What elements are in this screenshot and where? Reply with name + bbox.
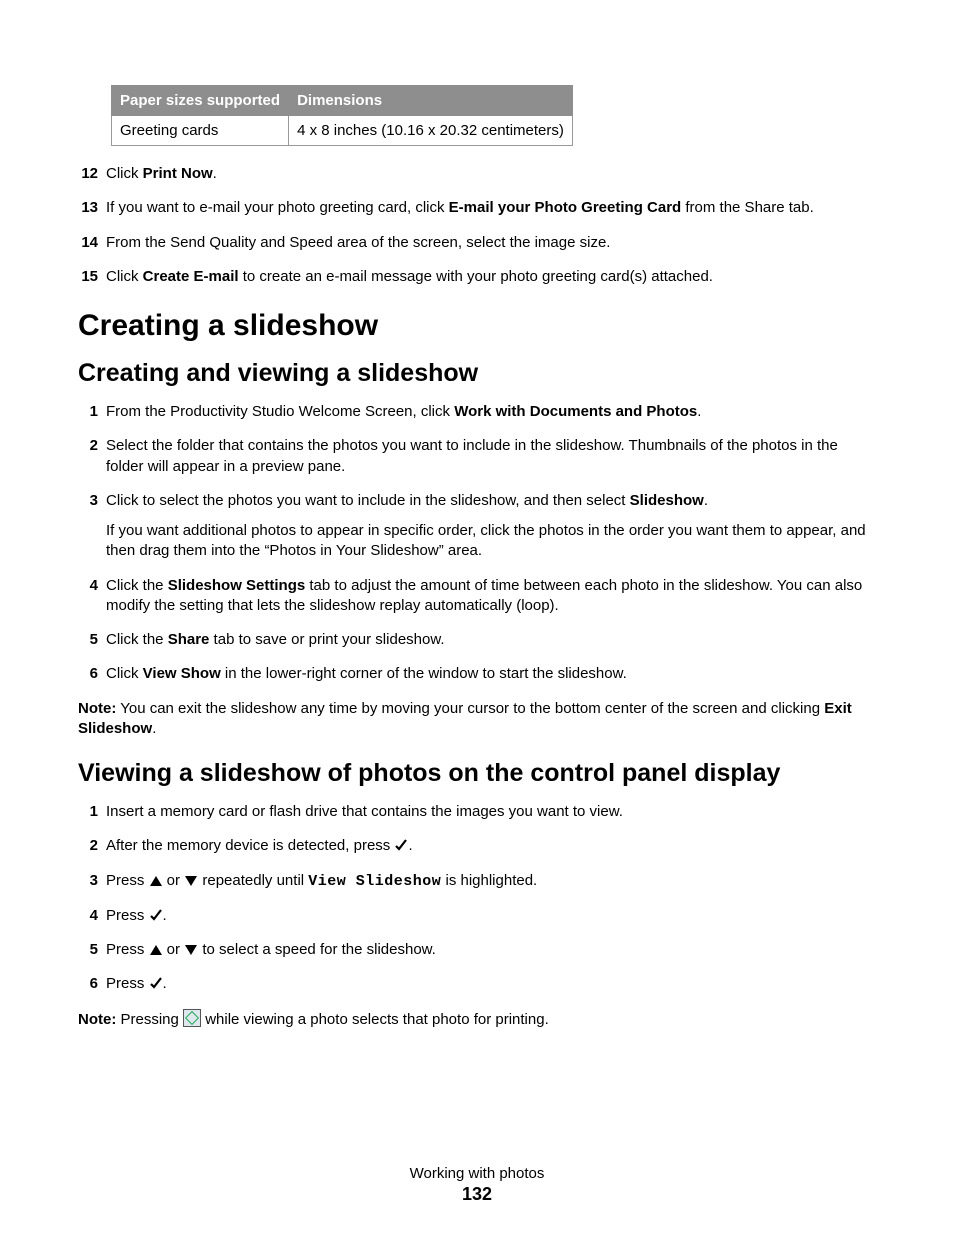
step-15: 15 Click Create E-mail to create an e-ma… — [78, 267, 876, 287]
note-b: Note: Pressing while viewing a photo sel… — [78, 1009, 876, 1030]
top-steps-list: 12 Click Print Now. 13 If you want to e-… — [78, 164, 876, 287]
down-arrow-icon — [184, 944, 198, 956]
up-arrow-icon — [149, 944, 163, 956]
subheading-creating-and-viewing: Creating and viewing a slideshow — [78, 359, 876, 388]
select-button-icon — [183, 1009, 201, 1027]
document-page: Paper sizes supported Dimensions Greetin… — [0, 0, 954, 1235]
check-icon — [149, 976, 163, 990]
step-4: 4 Press . — [78, 906, 876, 926]
step-12: 12 Click Print Now. — [78, 164, 876, 184]
step-text: Click the Share tab to save or print you… — [106, 630, 876, 650]
up-arrow-icon — [149, 875, 163, 887]
step-text: From the Send Quality and Speed area of … — [106, 233, 876, 253]
page-number: 132 — [0, 1184, 954, 1205]
step-1: 1 Insert a memory card or flash drive th… — [78, 802, 876, 822]
subheading-viewing-control-panel: Viewing a slideshow of photos on the con… — [78, 759, 876, 788]
step-number: 6 — [78, 664, 98, 684]
table-header-paper: Paper sizes supported — [112, 86, 289, 116]
down-arrow-icon — [184, 875, 198, 887]
section-a-steps: 1 From the Productivity Studio Welcome S… — [78, 402, 876, 685]
check-icon — [149, 908, 163, 922]
step-number: 4 — [78, 906, 98, 926]
step-number: 15 — [78, 267, 98, 287]
step-5: 5 Click the Share tab to save or print y… — [78, 630, 876, 650]
step-number: 5 — [78, 630, 98, 650]
step-text: Insert a memory card or flash drive that… — [106, 802, 876, 822]
step-number: 2 — [78, 436, 98, 477]
step-text: If you want to e-mail your photo greetin… — [106, 198, 876, 218]
step-text: After the memory device is detected, pre… — [106, 836, 876, 856]
step-sub-text: If you want additional photos to appear … — [106, 521, 876, 562]
step-4: 4 Click the Slideshow Settings tab to ad… — [78, 576, 876, 617]
paper-sizes-table: Paper sizes supported Dimensions Greetin… — [111, 85, 573, 146]
step-3: 3 Click to select the photos you want to… — [78, 491, 876, 562]
cell-dimensions: 4 x 8 inches (10.16 x 20.32 centimeters) — [289, 116, 573, 146]
footer-section-label: Working with photos — [0, 1165, 954, 1182]
step-number: 1 — [78, 402, 98, 422]
step-number: 3 — [78, 491, 98, 562]
step-text: From the Productivity Studio Welcome Scr… — [106, 402, 876, 422]
step-number: 12 — [78, 164, 98, 184]
page-footer: Working with photos 132 — [0, 1165, 954, 1205]
step-number: 13 — [78, 198, 98, 218]
step-number: 5 — [78, 940, 98, 960]
step-text: Press . — [106, 906, 876, 926]
note-label: Note: — [78, 1011, 116, 1028]
step-2: 2 Select the folder that contains the ph… — [78, 436, 876, 477]
table-header-dimensions: Dimensions — [289, 86, 573, 116]
step-text: Click View Show in the lower-right corne… — [106, 664, 876, 684]
step-text: Press . — [106, 974, 876, 994]
heading-creating-slideshow: Creating a slideshow — [78, 309, 876, 343]
step-13: 13 If you want to e-mail your photo gree… — [78, 198, 876, 218]
step-6: 6 Click View Show in the lower-right cor… — [78, 664, 876, 684]
step-number: 3 — [78, 871, 98, 892]
step-text: Press or repeatedly until View Slideshow… — [106, 871, 876, 892]
note-label: Note: — [78, 700, 116, 717]
step-number: 1 — [78, 802, 98, 822]
step-3: 3 Press or repeatedly until View Slidesh… — [78, 871, 876, 892]
step-text: Click Print Now. — [106, 164, 876, 184]
step-number: 14 — [78, 233, 98, 253]
step-number: 4 — [78, 576, 98, 617]
table-row: Greeting cards 4 x 8 inches (10.16 x 20.… — [112, 116, 573, 146]
section-b-steps: 1 Insert a memory card or flash drive th… — [78, 802, 876, 995]
note-a: Note: You can exit the slideshow any tim… — [78, 699, 876, 740]
step-text: Click Create E-mail to create an e-mail … — [106, 267, 876, 287]
step-text: Click the Slideshow Settings tab to adju… — [106, 576, 876, 617]
step-number: 2 — [78, 836, 98, 856]
step-1: 1 From the Productivity Studio Welcome S… — [78, 402, 876, 422]
cell-paper: Greeting cards — [112, 116, 289, 146]
step-text: Press or to select a speed for the slide… — [106, 940, 876, 960]
step-2: 2 After the memory device is detected, p… — [78, 836, 876, 856]
step-14: 14 From the Send Quality and Speed area … — [78, 233, 876, 253]
step-text: Select the folder that contains the phot… — [106, 436, 876, 477]
step-number: 6 — [78, 974, 98, 994]
step-5: 5 Press or to select a speed for the sli… — [78, 940, 876, 960]
step-text: Click to select the photos you want to i… — [106, 491, 876, 562]
check-icon — [394, 838, 408, 852]
step-6: 6 Press . — [78, 974, 876, 994]
